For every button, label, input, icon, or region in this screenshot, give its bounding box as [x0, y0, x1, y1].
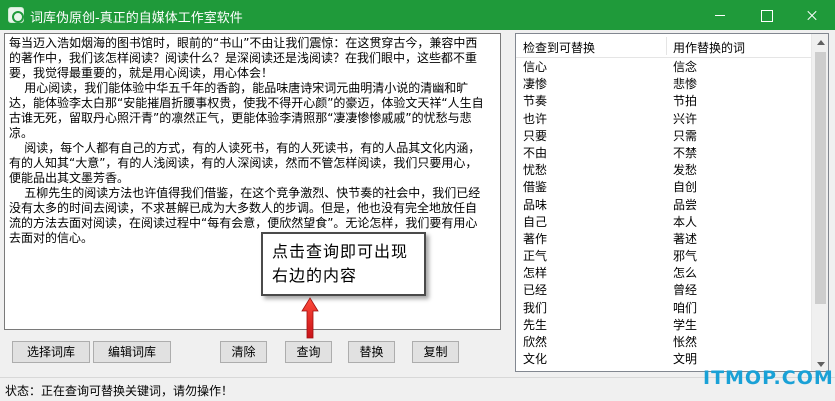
replacement-word: 怅然: [673, 335, 698, 349]
instruction-callout: 点击查询即可出现右边的内容: [261, 232, 426, 296]
copy-button[interactable]: 复制: [412, 341, 459, 363]
replacement-word: 学生: [673, 317, 698, 332]
found-word: 正气: [523, 249, 548, 264]
list-item[interactable]: 忧愁 发愁: [516, 162, 813, 179]
replacement-word: 曾经: [673, 283, 698, 298]
found-word: 著作: [523, 231, 548, 246]
found-word: 品味: [523, 197, 548, 212]
list-item[interactable]: 信心 信念: [516, 59, 813, 76]
replacement-word: 不禁: [673, 145, 698, 160]
replacement-word: 发愁: [673, 163, 698, 178]
found-word: 已经: [523, 283, 548, 298]
found-word: 先生: [523, 317, 548, 332]
list-item[interactable]: 我们 咱们: [516, 300, 813, 317]
callout-text: 点击查询即可出现右边的内容: [272, 242, 409, 285]
found-word: 凄惨: [523, 77, 548, 92]
found-word: 文化: [523, 352, 548, 367]
maximize-icon[interactable]: [743, 0, 789, 30]
found-word: 也许: [523, 111, 548, 126]
text-editor[interactable]: 每当迈入浩如烟海的图书馆时，眼前的“书山”不由让我们震惊：在这贯穿古今，兼容中西…: [4, 33, 501, 330]
status-text: 状态：正在查询可替换关键词，请勿操作！: [5, 384, 234, 398]
list-item[interactable]: 凄惨 悲惨: [516, 76, 813, 93]
list-rows: 信心 信念 凄惨 悲惨 节奏 节拍 也许 兴许 只要 只需 不由 不禁 忧愁 发愁 借鉴 自创 品味 品尝 自己 本人…: [516, 59, 813, 371]
scroll-up-arrow-icon[interactable]: [812, 34, 828, 51]
list-item[interactable]: 不由 不禁: [516, 145, 813, 162]
clear-button[interactable]: 清除: [220, 341, 267, 363]
found-word: 不由: [523, 145, 548, 160]
vertical-scrollbar[interactable]: [811, 34, 828, 371]
replace-button[interactable]: 替换: [348, 341, 395, 363]
replacement-word: 节拍: [673, 94, 698, 109]
app-icon: [8, 7, 24, 23]
list-item[interactable]: 节奏 节拍: [516, 93, 813, 110]
found-word: 只要: [523, 128, 548, 143]
found-word: 借鉴: [523, 180, 548, 195]
query-button[interactable]: 查询: [285, 341, 332, 363]
minimize-icon[interactable]: [697, 0, 743, 30]
list-item[interactable]: 文化 文明: [516, 351, 813, 368]
column-divider[interactable]: [666, 37, 667, 55]
list-item[interactable]: 自己 本人: [516, 214, 813, 231]
found-word: 怎样: [523, 266, 548, 281]
replacement-word: 著述: [673, 231, 698, 246]
list-item[interactable]: 怎样 怎么: [516, 265, 813, 282]
found-word: 自己: [523, 214, 548, 229]
list-item[interactable]: 欣然 怅然: [516, 334, 813, 351]
replacement-word: 怎么: [673, 266, 698, 281]
up-arrow-icon: [301, 297, 319, 339]
found-word: 信心: [523, 60, 548, 74]
list-item[interactable]: 品味 品尝: [516, 197, 813, 214]
watermark-text: ITMOP.COM: [703, 367, 834, 389]
replacement-word: 自创: [673, 180, 698, 195]
list-item[interactable]: 借鉴 自创: [516, 179, 813, 196]
select-library-button[interactable]: 选择词库: [12, 341, 90, 363]
column-header-found[interactable]: 检查到可替换: [523, 39, 595, 56]
list-item[interactable]: 先生 学生: [516, 317, 813, 334]
replacement-word: 只需: [673, 128, 698, 143]
window-title: 词库伪原创-真正的自媒体工作室软件: [30, 11, 243, 26]
scroll-thumb[interactable]: [815, 52, 826, 304]
found-word: 我们: [523, 300, 548, 315]
replacement-word: 咱们: [673, 300, 698, 315]
replacement-word: 悲惨: [673, 77, 698, 92]
replacement-word: 品尝: [673, 197, 698, 212]
column-header-replacement[interactable]: 用作替换的词: [673, 39, 745, 56]
replacement-word: 信念: [673, 60, 698, 74]
replacement-word: 邪气: [673, 249, 698, 264]
title-bar[interactable]: 词库伪原创-真正的自媒体工作室软件: [0, 0, 835, 30]
close-icon[interactable]: [789, 0, 835, 30]
found-word: 节奏: [523, 94, 548, 109]
list-item[interactable]: 只要 只需: [516, 128, 813, 145]
list-item[interactable]: 著作 著述: [516, 231, 813, 248]
replacement-word: 兴许: [673, 111, 698, 126]
found-word: 忧愁: [523, 163, 548, 178]
replacement-word: 文明: [673, 352, 698, 367]
edit-library-button[interactable]: 编辑词库: [93, 341, 171, 363]
list-item[interactable]: 也许 兴许: [516, 111, 813, 128]
replacement-word: 本人: [673, 214, 698, 229]
replacement-list[interactable]: 检查到可替换 用作替换的词 信心 信念凄惨 悲惨节奏 节拍也许 兴许只要 只需不由 不禁忧愁…: [515, 33, 829, 372]
list-item[interactable]: 已经 曾经: [516, 282, 813, 299]
found-word: 欣然: [523, 335, 548, 349]
list-item[interactable]: 正气 邪气: [516, 248, 813, 265]
list-header: 检查到可替换 用作替换的词: [516, 34, 813, 58]
